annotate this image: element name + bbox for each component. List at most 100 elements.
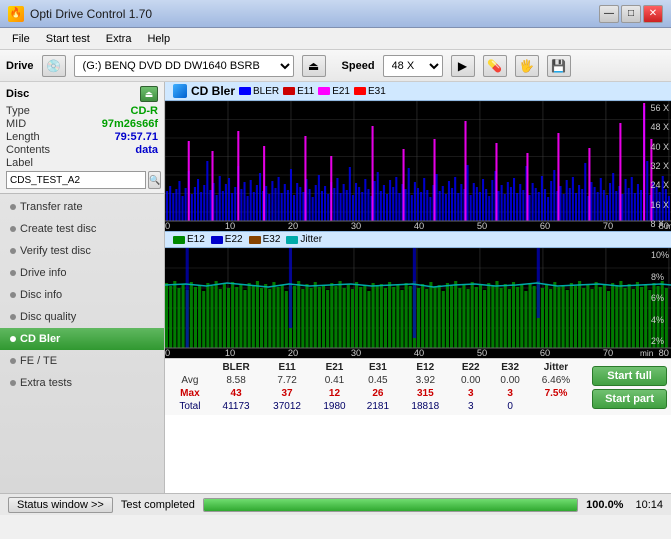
nav-label: Disc quality xyxy=(20,311,76,323)
stats-col-e22: E22 xyxy=(451,361,490,374)
toolbar-btn-2[interactable]: 🖐 xyxy=(515,55,539,77)
status-window-button[interactable]: Status window >> xyxy=(8,497,113,513)
drive-select[interactable]: (G:) BENQ DVD DD DW1640 BSRB xyxy=(74,55,294,77)
max-bler: 43 xyxy=(211,387,262,400)
start-part-button[interactable]: Start part xyxy=(592,389,667,409)
minimize-button[interactable]: — xyxy=(599,5,619,23)
stats-row-avg: Avg 8.58 7.72 0.41 0.45 3.92 0.00 0.00 6… xyxy=(169,374,582,387)
stats-col-empty xyxy=(169,361,211,374)
svg-text:50: 50 xyxy=(477,221,487,231)
svg-text:30: 30 xyxy=(351,348,361,358)
nav-dot xyxy=(10,380,16,386)
svg-text:60: 60 xyxy=(540,348,550,358)
total-bler: 41173 xyxy=(211,400,262,413)
stats-row-container: BLER E11 E21 E31 E12 E22 E32 Jitter Avg xyxy=(169,361,667,413)
svg-text:70: 70 xyxy=(603,221,613,231)
nav-dot xyxy=(10,292,16,298)
drive-label: Drive xyxy=(6,60,34,72)
sidebar-item-disc-info[interactable]: Disc info xyxy=(0,284,164,306)
nav-dot xyxy=(10,226,16,232)
sidebar-item-drive-info[interactable]: Drive info xyxy=(0,262,164,284)
svg-text:60: 60 xyxy=(540,221,550,231)
maximize-button[interactable]: □ xyxy=(621,5,641,23)
sidebar-item-transfer-rate[interactable]: Transfer rate xyxy=(0,196,164,218)
total-e32: 0 xyxy=(490,400,529,413)
max-e21: 12 xyxy=(313,387,356,400)
chart-area: CD Bler BLER E11 E21 E31 56 X xyxy=(165,82,671,493)
title-bar: 🔥 Opti Drive Control 1.70 — □ ✕ xyxy=(0,0,671,28)
stats-col-e12: E12 xyxy=(400,361,451,374)
nav-dot xyxy=(10,248,16,254)
stats-area: BLER E11 E21 E31 E12 E22 E32 Jitter Avg xyxy=(165,358,671,415)
top-chart: 56 X 48 X 40 X 32 X 24 X 16 X 8 X xyxy=(165,101,671,231)
speed-arrow-btn[interactable]: ▶ xyxy=(451,55,475,77)
time-text: 10:14 xyxy=(635,499,663,511)
max-e31: 26 xyxy=(356,387,399,400)
menu-start-test[interactable]: Start test xyxy=(38,31,98,47)
window-controls: — □ ✕ xyxy=(599,5,663,23)
svg-text:50: 50 xyxy=(477,348,487,358)
total-e11: 37012 xyxy=(261,400,312,413)
svg-text:30: 30 xyxy=(351,221,361,231)
drive-icon-btn[interactable]: 💿 xyxy=(42,55,66,77)
window-title: Opti Drive Control 1.70 xyxy=(30,7,152,21)
top-chart-title-bar: CD Bler BLER E11 E21 E31 xyxy=(165,82,671,101)
nav-dot xyxy=(10,314,16,320)
menu-help[interactable]: Help xyxy=(139,31,178,47)
sidebar-item-disc-quality[interactable]: Disc quality xyxy=(0,306,164,328)
main-area: Disc ⏏ Type CD-R MID 97m26s66f Length 79… xyxy=(0,82,671,493)
max-label: Max xyxy=(169,387,211,400)
menu-extra[interactable]: Extra xyxy=(98,31,140,47)
avg-bler: 8.58 xyxy=(211,374,262,387)
nav-label: Transfer rate xyxy=(20,201,83,213)
start-full-button[interactable]: Start full xyxy=(592,366,667,386)
stats-buttons: Start full Start part xyxy=(592,366,667,409)
menu-bar: File Start test Extra Help xyxy=(0,28,671,50)
svg-text:40: 40 xyxy=(414,348,424,358)
drive-eject-btn[interactable]: ⏏ xyxy=(302,55,326,77)
legend-bler: BLER xyxy=(239,86,279,97)
nav-label: FE / TE xyxy=(20,355,57,367)
nav-label: Create test disc xyxy=(20,223,96,235)
nav-label: Drive info xyxy=(20,267,66,279)
chart-icon xyxy=(173,84,187,98)
svg-text:0: 0 xyxy=(165,348,170,358)
disc-type-label: Type xyxy=(6,105,30,117)
avg-e32: 0.00 xyxy=(490,374,529,387)
max-jitter: 7.5% xyxy=(530,387,582,400)
stats-col-e21: E21 xyxy=(313,361,356,374)
max-e11: 37 xyxy=(261,387,312,400)
sidebar-item-verify-test-disc[interactable]: Verify test disc xyxy=(0,240,164,262)
menu-file[interactable]: File xyxy=(4,31,38,47)
sidebar-item-fe-te[interactable]: FE / TE xyxy=(0,350,164,372)
sidebar-item-extra-tests[interactable]: Extra tests xyxy=(0,372,164,394)
svg-text:20: 20 xyxy=(288,221,298,231)
sidebar-item-cd-bler[interactable]: CD Bler xyxy=(0,328,164,350)
total-e22: 3 xyxy=(451,400,490,413)
legend-e22: E22 xyxy=(211,234,243,245)
disc-label-input[interactable] xyxy=(6,171,146,189)
nav-dot xyxy=(10,336,16,342)
total-e21: 1980 xyxy=(313,400,356,413)
nav-dot xyxy=(10,204,16,210)
nav-dot xyxy=(10,358,16,364)
toolbar: Drive 💿 (G:) BENQ DVD DD DW1640 BSRB ⏏ S… xyxy=(0,50,671,82)
disc-mid-label: MID xyxy=(6,118,26,130)
close-button[interactable]: ✕ xyxy=(643,5,663,23)
legend-e21: E21 xyxy=(318,86,350,97)
svg-text:min: min xyxy=(640,349,653,358)
legend-e31: E31 xyxy=(354,86,386,97)
disc-label-icon-btn[interactable]: 🔍 xyxy=(148,171,161,189)
toolbar-btn-3[interactable]: 💾 xyxy=(547,55,571,77)
sidebar: Disc ⏏ Type CD-R MID 97m26s66f Length 79… xyxy=(0,82,165,493)
app-icon: 🔥 xyxy=(8,6,24,22)
stats-col-e32: E32 xyxy=(490,361,529,374)
stats-row-total: Total 41173 37012 1980 2181 18818 3 0 xyxy=(169,400,582,413)
sidebar-nav: Transfer rate Create test disc Verify te… xyxy=(0,194,164,493)
sidebar-item-create-test-disc[interactable]: Create test disc xyxy=(0,218,164,240)
disc-eject-btn[interactable]: ⏏ xyxy=(140,86,158,102)
stats-col-e31: E31 xyxy=(356,361,399,374)
speed-select[interactable]: 48 X xyxy=(383,55,443,77)
toolbar-btn-1[interactable]: 💊 xyxy=(483,55,507,77)
total-e12: 18818 xyxy=(400,400,451,413)
